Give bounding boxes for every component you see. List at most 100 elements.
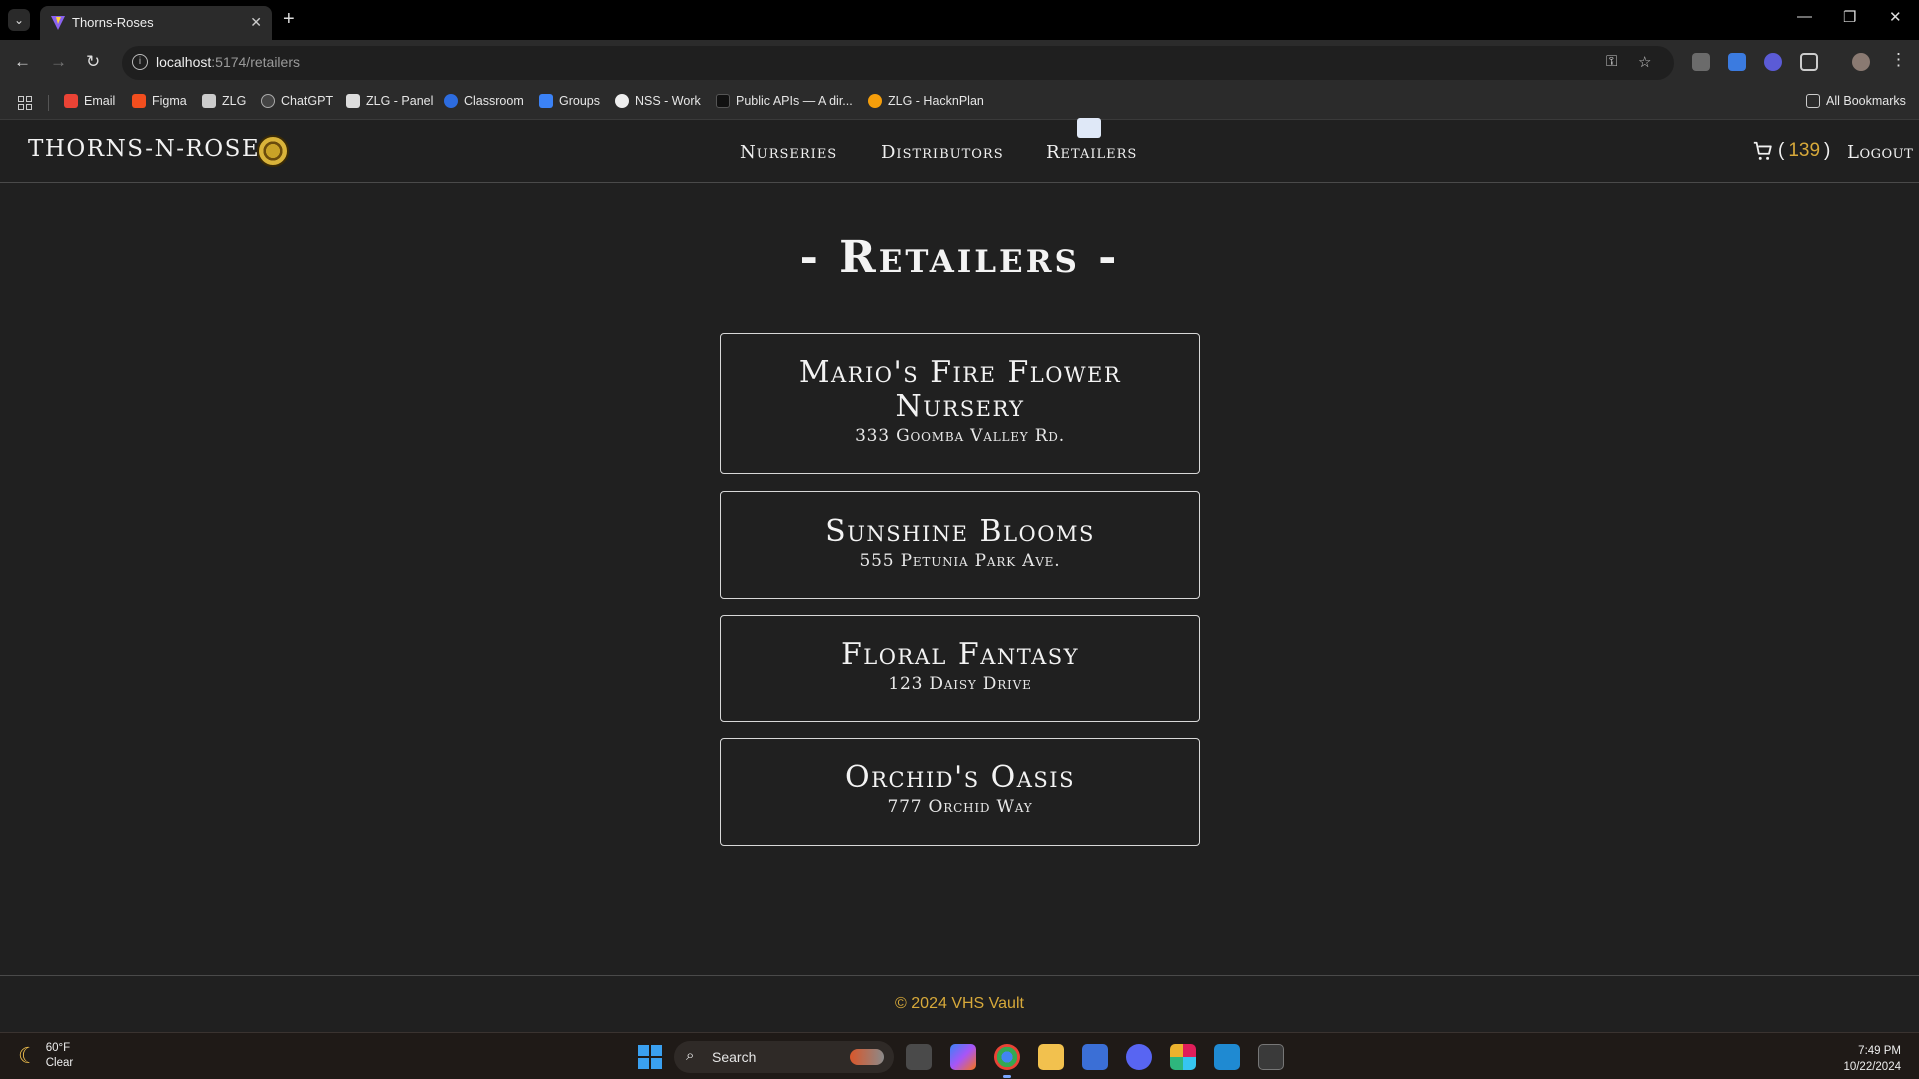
task-view-icon[interactable] — [906, 1044, 932, 1070]
clock-time: 7:49 PM — [1858, 1045, 1901, 1057]
nav-link-distributors[interactable]: Distributors — [881, 142, 1004, 163]
bookmark-groups[interactable]: Groups — [539, 94, 600, 108]
bookmark-label: NSS - Work — [635, 94, 701, 108]
bookmark-label: Public APIs — A dir... — [736, 94, 853, 108]
shield-extension-icon[interactable] — [1692, 53, 1710, 71]
copyright-text: © 2024 VHS Vault — [895, 995, 1024, 1012]
weather-widget[interactable]: ☾ 60°F Clear — [18, 1041, 73, 1071]
retailer-card[interactable]: Sunshine Blooms 555 Petunia Park Ave. — [720, 491, 1200, 599]
chatgpt-icon — [261, 94, 275, 108]
remote-desktop-icon[interactable] — [1082, 1044, 1108, 1070]
bookmark-figma[interactable]: Figma — [132, 94, 187, 108]
bookmark-label: Figma — [152, 94, 187, 108]
bookmark-label: ChatGPT — [281, 94, 334, 108]
bookmark-label: Email — [84, 94, 116, 108]
bookmark-chatgpt[interactable]: ChatGPT — [261, 94, 333, 108]
page-title: - Retailers - — [799, 232, 1120, 283]
url-path: :5174/retailers — [211, 54, 300, 70]
system-clock[interactable]: 7:49 PM 10/22/2024 — [1843, 1043, 1901, 1075]
restore-window-icon[interactable]: ❐ — [1843, 8, 1856, 26]
cart-link[interactable]: (139) — [1752, 140, 1830, 162]
retailer-card[interactable]: Mario's Fire Flower Nursery 333 Goomba V… — [720, 333, 1200, 474]
moon-icon: ☾ — [18, 1043, 38, 1068]
retailer-card[interactable]: Orchid's Oasis 777 Orchid Way — [720, 738, 1200, 846]
site-navbar: THORNS-N-ROSES Nurseries Distributors Re… — [0, 118, 1919, 183]
bookmarks-divider — [48, 95, 49, 111]
bookmark-hacknplan[interactable]: ZLG - HacknPlan — [868, 94, 984, 108]
site-footer: © 2024 VHS Vault — [0, 975, 1919, 1032]
search-icon: ⌕ — [686, 1047, 695, 1064]
vite-favicon-icon — [51, 16, 65, 30]
file-explorer-icon[interactable] — [1038, 1044, 1064, 1070]
nav-link-nurseries[interactable]: Nurseries — [740, 142, 837, 163]
retailer-name: Sunshine Blooms — [825, 514, 1095, 549]
bookmark-label: ZLG - HacknPlan — [888, 94, 984, 108]
bookmark-label: ZLG — [222, 94, 247, 108]
weather-temp: 60°F — [45, 1042, 71, 1054]
back-arrow-icon[interactable]: ← — [14, 52, 31, 72]
terminal-icon[interactable] — [1258, 1044, 1284, 1070]
tab-search-chevron-icon[interactable]: ⌄ — [8, 9, 30, 31]
close-tab-icon[interactable]: ✕ — [250, 14, 262, 31]
nav-link-retailers[interactable]: Retailers — [1046, 142, 1137, 163]
zlg-icon — [202, 94, 216, 108]
retailer-name: Mario's Fire Flower Nursery — [798, 355, 1122, 424]
all-bookmarks[interactable]: All Bookmarks — [1806, 94, 1906, 108]
forward-arrow-icon[interactable]: → — [50, 52, 67, 72]
url-host: localhost — [156, 54, 212, 70]
copilot-icon[interactable] — [950, 1044, 976, 1070]
bookmark-zlg-panel[interactable]: ZLG - Panel — [346, 94, 433, 108]
translate-popup-icon[interactable] — [1077, 118, 1101, 138]
windows-start-icon[interactable] — [638, 1045, 662, 1069]
bookmark-email[interactable]: Email — [64, 94, 115, 108]
bookmark-nss-work[interactable]: NSS - Work — [615, 94, 701, 108]
retailer-name: Floral Fantasy — [840, 637, 1080, 672]
cart-count: 139 — [1788, 140, 1821, 161]
browser-tab[interactable]: Thorns-Roses ✕ — [40, 6, 272, 40]
vscode-icon[interactable] — [1214, 1044, 1240, 1070]
site-info-icon[interactable]: i — [132, 54, 148, 70]
slack-icon[interactable] — [1170, 1044, 1196, 1070]
retailer-address: 123 Daisy Drive — [888, 674, 1032, 694]
apps-grid-icon[interactable] — [18, 96, 32, 110]
close-window-icon[interactable]: ✕ — [1889, 8, 1902, 26]
bookmark-star-icon[interactable]: ☆ — [1638, 53, 1651, 71]
brand-title[interactable]: THORNS-N-ROSES — [28, 136, 277, 162]
new-tab-plus-icon[interactable]: + — [283, 8, 295, 31]
chrome-icon[interactable] — [994, 1044, 1020, 1070]
retailer-card[interactable]: Floral Fantasy 123 Daisy Drive — [720, 615, 1200, 722]
discord-icon[interactable] — [1126, 1044, 1152, 1070]
cart-close-paren: ) — [1824, 140, 1831, 161]
groups-icon — [539, 94, 553, 108]
bookmarks-bar: Email Figma ZLG ChatGPT ZLG - Panel Clas… — [0, 86, 1919, 120]
cart-open-paren: ( — [1778, 140, 1785, 161]
bookmark-label: All Bookmarks — [1826, 94, 1906, 108]
panel-icon — [346, 94, 360, 108]
translate-extension-icon[interactable] — [1728, 53, 1746, 71]
folder-icon — [1806, 94, 1820, 108]
extensions-puzzle-icon[interactable] — [1800, 53, 1818, 71]
guns-n-roses-logo-icon — [257, 135, 289, 167]
hacknplan-icon — [868, 94, 882, 108]
profile-avatar-icon[interactable] — [1852, 53, 1870, 71]
minimize-window-icon[interactable]: — — [1797, 8, 1812, 25]
bookmark-zlg[interactable]: ZLG — [202, 94, 246, 108]
bookmark-classroom[interactable]: Classroom — [444, 94, 524, 108]
gear-extension-icon[interactable] — [1764, 53, 1782, 71]
search-highlight-icon — [850, 1049, 884, 1065]
zoom-icon — [444, 94, 458, 108]
reload-icon[interactable]: ↻ — [86, 52, 100, 72]
chrome-active-indicator — [1003, 1075, 1011, 1078]
logout-link[interactable]: Logout — [1847, 142, 1913, 163]
taskbar-search[interactable]: ⌕ Search — [674, 1041, 894, 1073]
bookmark-label: Classroom — [464, 94, 524, 108]
tab-title: Thorns-Roses — [72, 15, 154, 30]
url-text[interactable]: localhost:5174/retailers — [156, 54, 300, 70]
password-key-icon[interactable]: ⚿ — [1606, 53, 1617, 70]
browser-tab-strip: ⌄ Thorns-Roses ✕ + — ❐ ✕ — [0, 0, 1919, 40]
shopping-cart-icon — [1753, 141, 1772, 160]
bookmark-public-apis[interactable]: Public APIs — A dir... — [716, 94, 853, 108]
address-bar[interactable]: i localhost:5174/retailers ⚿ ☆ — [122, 46, 1674, 80]
browser-menu-kebab-icon[interactable]: ⋮ — [1890, 50, 1907, 70]
figma-icon — [132, 94, 146, 108]
